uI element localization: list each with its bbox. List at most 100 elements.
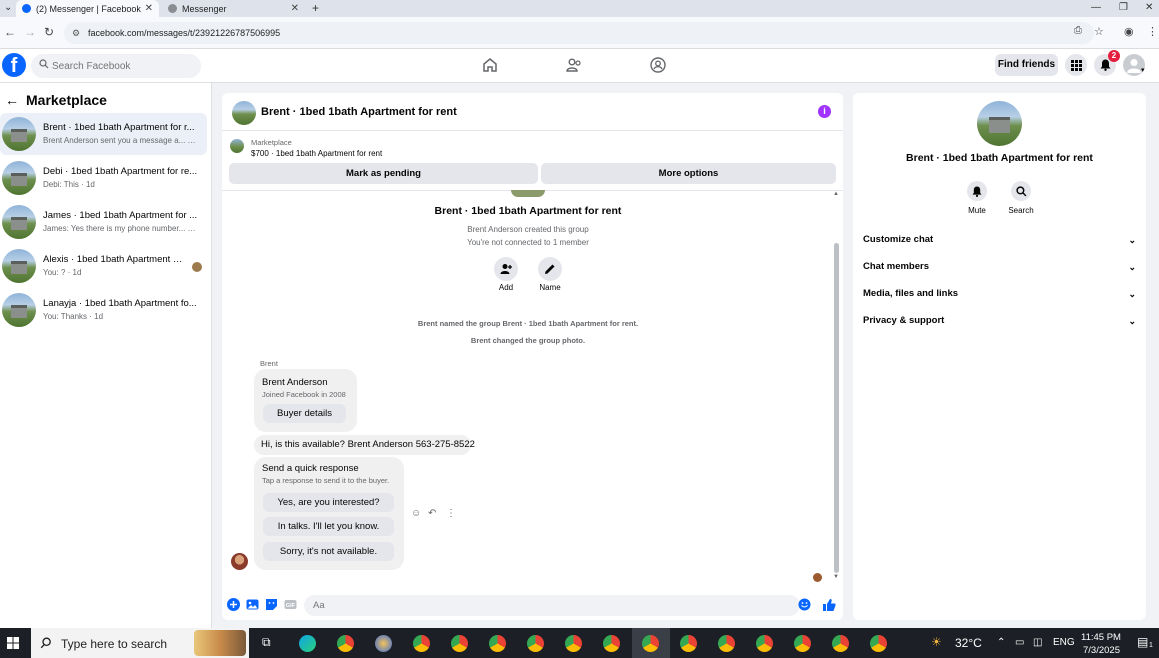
mark-as-pending-button[interactable]: Mark as pending [229,163,538,184]
react-emoji-icon[interactable]: ☺ [411,508,421,519]
restore-icon[interactable]: ❐ [1119,2,1128,13]
conversation-avatar [2,249,36,283]
friends-icon[interactable] [565,56,583,74]
privacy-support-section[interactable]: Privacy & support ⌄ [863,311,1136,331]
chrome-icon[interactable] [413,635,430,652]
chrome-icon[interactable] [603,635,620,652]
new-tab-button[interactable]: + [312,1,319,15]
listing-thumbnail[interactable] [230,139,244,153]
chrome-icon[interactable] [680,635,697,652]
gif-icon[interactable]: GIF [284,598,297,611]
customize-chat-section[interactable]: Customize chat ⌄ [863,230,1136,250]
tray-overflow-icon[interactable]: ⌃ [997,637,1005,648]
profile-icon[interactable]: ◉ [1124,25,1134,38]
conversation-item-brent[interactable]: Brent · 1bed 1bath Apartment for r... Br… [0,113,207,155]
chrome-icon[interactable] [527,635,544,652]
chat-avatar[interactable] [232,101,256,125]
chat-members-section[interactable]: Chat members ⌄ [863,257,1136,277]
back-arrow-icon[interactable]: ← [5,92,19,108]
browser-menu-icon[interactable]: ⋮ [1147,25,1158,38]
listing-price-title[interactable]: $700 · 1bed 1bath Apartment for rent [251,149,382,158]
photo-icon[interactable] [246,598,259,611]
mute-button[interactable] [967,181,987,201]
taskbar-search-box[interactable]: Type here to search [31,628,249,658]
sticker-icon[interactable] [265,598,278,611]
scroll-down-icon[interactable]: ▼ [833,574,839,580]
chat-title[interactable]: Brent · 1bed 1bath Apartment for rent [261,106,457,118]
clock-date[interactable]: 7/3/2025 [1083,645,1120,656]
facebook-logo-icon[interactable]: f [2,53,26,77]
conversation-item-alexis[interactable]: Alexis · 1bed 1bath Apartment f... You: … [0,245,207,287]
quick-response-yes-button[interactable]: Yes, are you interested? [263,493,394,512]
search-conversation-button[interactable] [1011,181,1031,201]
buyer-profile-card: Brent Anderson Joined Facebook in 2008 B… [254,369,357,432]
home-icon[interactable] [481,56,499,74]
close-window-icon[interactable]: ✕ [1145,2,1153,13]
task-view-icon[interactable]: ⧉ [262,635,271,650]
search-label: Search [1008,206,1034,215]
find-friends-button[interactable]: Find friends [995,54,1058,76]
group-created-text: Brent Anderson created this group [467,225,589,234]
conversation-item-james[interactable]: James · 1bed 1bath Apartment for ... Jam… [0,201,207,243]
thumbs-up-icon[interactable] [822,598,836,612]
chrome-icon[interactable] [565,635,582,652]
minimize-icon[interactable]: — [1091,2,1101,13]
weather-icon[interactable]: ☀ [931,635,942,649]
menu-button[interactable] [1065,54,1087,76]
chrome-icon[interactable] [337,635,354,652]
group-avatar[interactable] [977,101,1022,146]
bookmark-star-icon[interactable]: ☆ [1094,25,1104,38]
edge-icon[interactable] [299,635,316,652]
tab-messenger[interactable]: Messenger ✕ [162,0,305,17]
conversation-info-icon[interactable]: i [818,105,831,118]
clock-time[interactable]: 11:45 PM [1081,632,1121,643]
buyer-details-button[interactable]: Buyer details [263,404,346,423]
app-icon[interactable] [375,635,392,652]
reply-icon[interactable]: ↶ [428,508,436,519]
account-chevron-down-icon[interactable]: ▾ [1141,66,1145,74]
emoji-icon[interactable] [798,598,811,611]
add-person-icon [500,264,512,274]
more-options-button[interactable]: More options [541,163,836,184]
tab-search-icon[interactable]: ⌄ [4,2,12,13]
chrome-icon[interactable] [718,635,735,652]
conversation-item-lanayja[interactable]: Lanayja · 1bed 1bath Apartment fo... You… [0,289,207,331]
media-files-links-section[interactable]: Media, files and links ⌄ [863,284,1136,304]
chrome-icon[interactable] [451,635,468,652]
notification-center-icon[interactable]: ▤ [1137,635,1148,649]
quick-response-sorry-button[interactable]: Sorry, it's not available. [263,542,394,561]
chrome-icon-active[interactable] [642,635,659,652]
chrome-icon[interactable] [489,635,506,652]
scroll-up-icon[interactable]: ▲ [833,191,839,197]
tab-messenger-facebook[interactable]: (2) Messenger | Facebook ✕ [16,0,159,17]
message-input[interactable] [304,595,800,616]
chrome-icon[interactable] [794,635,811,652]
conversation-item-debi[interactable]: Debi · 1bed 1bath Apartment for re... De… [0,157,207,199]
install-app-icon[interactable]: ⎙ [1074,25,1082,36]
battery-icon[interactable]: ▭ [1015,637,1024,648]
network-icon[interactable]: ◫ [1033,637,1042,648]
site-info-icon[interactable]: ⚙ [72,22,80,44]
add-member-button[interactable] [494,257,518,281]
weather-temperature[interactable]: 32°C [955,636,982,650]
close-tab-icon[interactable]: ✕ [291,3,299,14]
windows-start-icon[interactable] [7,637,19,649]
quick-response-talks-button[interactable]: In talks. I'll let you know. [263,517,394,536]
groups-icon[interactable] [649,56,667,74]
close-tab-icon[interactable]: ✕ [145,3,153,14]
scrollbar-thumb[interactable] [834,243,839,573]
url-field[interactable]: ⚙ facebook.com/messages/t/23921226787506… [64,22,1094,44]
chrome-icon[interactable] [870,635,887,652]
reload-icon[interactable]: ↻ [44,25,54,39]
chrome-icon[interactable] [756,635,773,652]
conversation-title: Alexis · 1bed 1bath Apartment f... [43,254,183,265]
forward-icon[interactable]: → [24,25,36,39]
name-group-button[interactable] [538,257,562,281]
facebook-search-input[interactable] [31,54,201,78]
more-actions-icon[interactable]: ⋮ [446,508,456,519]
sender-avatar[interactable] [231,553,248,570]
chrome-icon[interactable] [832,635,849,652]
language-indicator[interactable]: ENG [1053,637,1075,648]
plus-circle-icon[interactable] [227,598,240,611]
back-icon[interactable]: ← [4,25,16,39]
